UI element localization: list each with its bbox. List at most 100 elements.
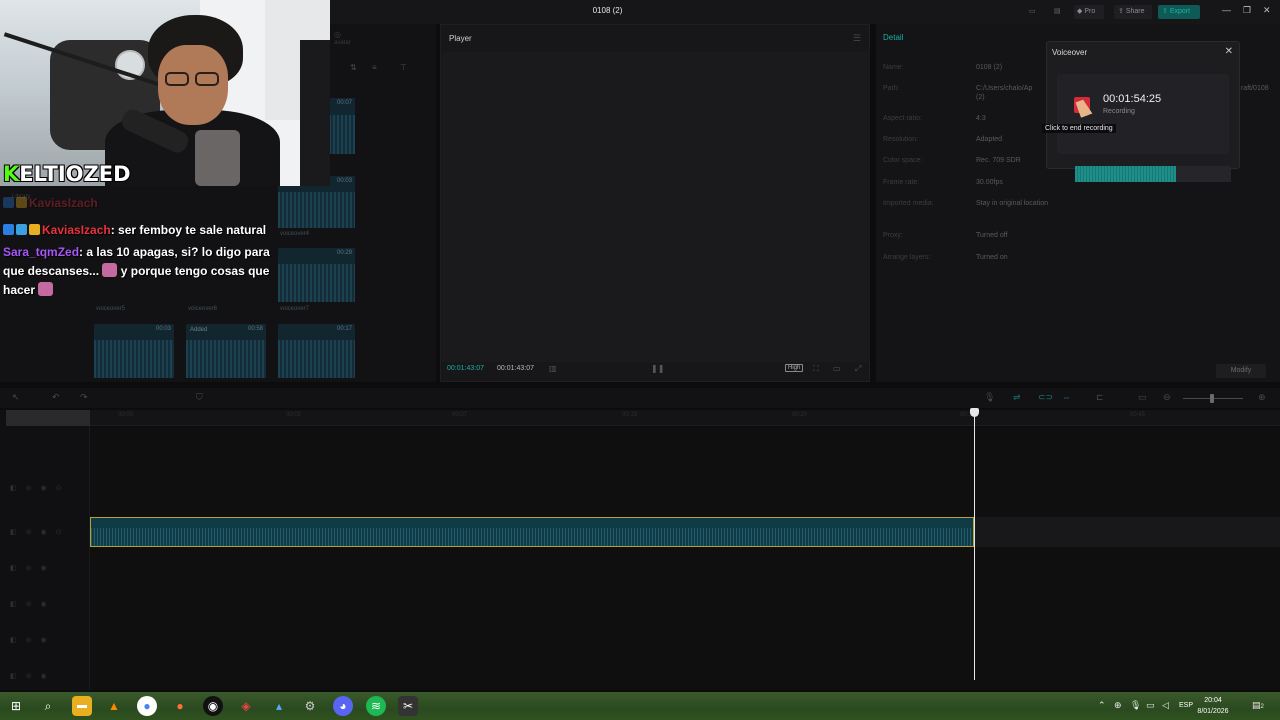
ratio-icon[interactable]: ▭ bbox=[833, 364, 841, 373]
zoom-in-icon[interactable]: ⊕ bbox=[1258, 392, 1266, 403]
avatar-icon[interactable]: ◎ bbox=[334, 30, 341, 39]
detail-title: Detail bbox=[883, 33, 904, 42]
chevron-up-icon[interactable]: ⌃ bbox=[1098, 700, 1106, 711]
detail-value: 0108 (2) bbox=[976, 64, 1003, 71]
notifications-icon[interactable]: ▤2 bbox=[1252, 700, 1264, 711]
zoom-out-icon[interactable]: ⊖ bbox=[1163, 392, 1171, 403]
share-button[interactable]: ⇪ Share bbox=[1114, 5, 1152, 19]
snap-icon[interactable]: ⇔ bbox=[1062, 392, 1071, 402]
detail-label: Resolution: bbox=[883, 136, 919, 143]
player-viewport[interactable] bbox=[442, 52, 870, 362]
link-icon[interactable]: ⇌ bbox=[1013, 392, 1021, 403]
menu-icon[interactable]: ☰ bbox=[853, 33, 861, 44]
vlc-icon[interactable]: ▲ bbox=[104, 696, 124, 716]
layout-icon[interactable]: ▭ bbox=[1029, 5, 1036, 19]
ruler-tick: 00:07 bbox=[452, 412, 468, 418]
start-icon[interactable]: ⊞ bbox=[6, 696, 26, 716]
track-controls[interactable]: ◧⊜◉⊙ bbox=[10, 528, 70, 536]
export-button[interactable]: ⇧ Export bbox=[1158, 5, 1200, 19]
clock-time: 20:04 bbox=[1204, 697, 1222, 704]
magnet-icon[interactable]: ⊂⊃ bbox=[1038, 392, 1053, 403]
redo-icon[interactable]: ↷ bbox=[80, 392, 88, 403]
playhead[interactable] bbox=[974, 410, 975, 680]
language-indicator[interactable]: ESP bbox=[1179, 702, 1193, 709]
timeline-ruler[interactable]: 00:00 00:02 00:07 00:15 00:20 00:31 00:4… bbox=[90, 410, 1280, 426]
timecode-icon[interactable]: ▥ bbox=[549, 364, 557, 373]
select-tool-icon[interactable]: ↖ bbox=[12, 392, 20, 403]
detail-value: Turned on bbox=[976, 254, 1008, 261]
fullscreen-icon[interactable]: ⤢ bbox=[855, 364, 861, 374]
audio-waveform bbox=[91, 528, 973, 546]
search-icon[interactable]: ⌕ bbox=[38, 696, 58, 716]
clock[interactable]: 20:04 8/01/2026 bbox=[1196, 695, 1230, 717]
audio-track-row bbox=[974, 517, 1280, 547]
pause-icon[interactable]: ❚❚ bbox=[651, 364, 664, 373]
media-clip[interactable]: 00:29 bbox=[278, 248, 355, 302]
webcam-shirt-print bbox=[195, 130, 240, 186]
chat-line: Sara_tqmZed: a las 10 apagas, si? lo dig… bbox=[3, 243, 270, 262]
track-controls[interactable]: ◧⊜◉ bbox=[10, 636, 56, 644]
firefox-icon[interactable]: ● bbox=[170, 696, 190, 716]
app-icon[interactable]: ◈ bbox=[236, 696, 256, 716]
media-clip[interactable]: 00:03 bbox=[94, 324, 174, 378]
usb-icon[interactable]: ⊕ bbox=[1114, 700, 1122, 711]
track-controls[interactable]: ◧⊜◉⊙ bbox=[10, 484, 70, 492]
mic-tray-icon[interactable]: 🎙 bbox=[1130, 700, 1141, 711]
pro-button[interactable]: ◆ Pro bbox=[1074, 5, 1104, 19]
player-title: Player bbox=[449, 34, 472, 43]
minimize-icon[interactable]: — bbox=[1222, 5, 1231, 15]
discord-icon[interactable]: ◕ bbox=[333, 696, 353, 716]
detail-value: Stay in original location bbox=[976, 200, 1048, 207]
file-explorer-icon[interactable]: ▬ bbox=[72, 696, 92, 716]
zoom-slider-handle[interactable] bbox=[1210, 394, 1214, 403]
obs-icon[interactable]: ◉ bbox=[203, 696, 223, 716]
detail-label: Arrange layers: bbox=[883, 254, 931, 261]
share-label: Share bbox=[1125, 8, 1145, 15]
filter-icon[interactable]: ⊤ bbox=[400, 63, 407, 72]
playhead-handle[interactable] bbox=[970, 408, 979, 417]
app-icon[interactable]: ▴ bbox=[269, 696, 289, 716]
total-time: 00:01:43:07 bbox=[497, 365, 534, 372]
shortcuts-icon[interactable]: ▤ bbox=[1054, 5, 1061, 19]
window-title: 0108 (2) bbox=[592, 6, 623, 15]
input-level-fill bbox=[1075, 166, 1177, 182]
ruler-tick: 00:45 bbox=[1130, 412, 1146, 418]
sort-icon[interactable]: ⇅ bbox=[350, 63, 357, 72]
close-window-icon[interactable]: ✕ bbox=[1263, 5, 1271, 16]
spotify-icon[interactable]: ≋ bbox=[366, 696, 386, 716]
audio-clip[interactable] bbox=[90, 517, 974, 547]
steam-icon[interactable]: ⚙ bbox=[300, 696, 320, 716]
current-time: 00:01:43:07 bbox=[447, 365, 484, 372]
volume-icon[interactable]: ◁ bbox=[1162, 700, 1169, 711]
timeline-toolbar bbox=[0, 388, 1280, 408]
media-clip[interactable]: 00:17 bbox=[278, 324, 355, 378]
detail-value: Rec. 709 SDR bbox=[976, 157, 1021, 164]
media-clip[interactable]: 00:58 Added bbox=[186, 324, 266, 378]
preview-axis-icon[interactable]: ⊏ bbox=[1096, 392, 1104, 403]
ruler-tick: 00:15 bbox=[622, 412, 638, 418]
maximize-icon[interactable]: ❐ bbox=[1243, 5, 1251, 16]
clip-duration: 00:03 bbox=[336, 178, 352, 184]
close-icon[interactable]: ✕ bbox=[1225, 46, 1233, 57]
clock-date: 8/01/2026 bbox=[1197, 708, 1229, 715]
network-icon[interactable]: ▭ bbox=[1146, 700, 1155, 711]
view-icon[interactable]: ≡ bbox=[372, 63, 377, 72]
shield-icon[interactable]: ⛉ bbox=[196, 392, 203, 403]
crop-icon[interactable]: ⛶ bbox=[813, 364, 819, 374]
quality-button[interactable]: High bbox=[785, 364, 804, 372]
fit-icon[interactable]: ▭ bbox=[1138, 392, 1147, 403]
timeline-tracks[interactable] bbox=[0, 428, 1280, 690]
chat-username: Sara_tqmZed bbox=[3, 245, 80, 259]
detail-label: Path: bbox=[883, 85, 900, 92]
modify-button[interactable]: Modify bbox=[1216, 364, 1266, 378]
track-controls[interactable]: ◧⊜◉ bbox=[10, 564, 56, 572]
track-controls[interactable]: ◧⊜◉ bbox=[10, 600, 56, 608]
detail-label: Proxy: bbox=[883, 232, 903, 239]
undo-icon[interactable]: ↶ bbox=[52, 392, 60, 403]
capcut-icon[interactable]: ✂ bbox=[398, 696, 418, 716]
track-controls[interactable]: ◧⊜◉ bbox=[10, 672, 56, 680]
track-headers bbox=[0, 410, 90, 690]
microphone-icon[interactable]: 🎙 bbox=[984, 392, 995, 403]
chrome-icon[interactable]: ● bbox=[137, 696, 157, 716]
avatar-tab-label[interactable]: avatar bbox=[334, 40, 351, 46]
